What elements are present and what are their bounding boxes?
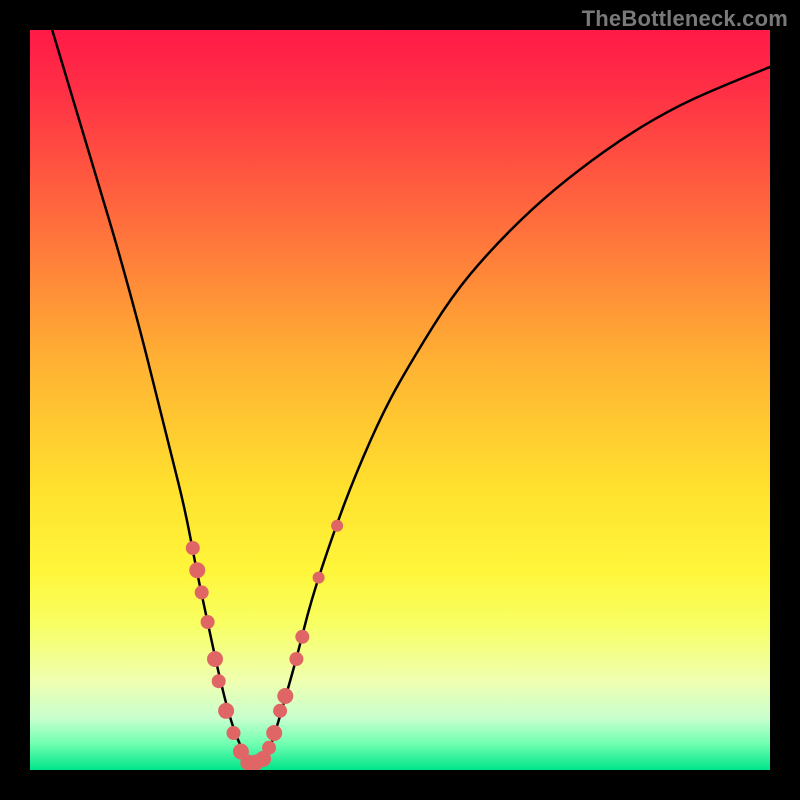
- data-marker: [331, 520, 343, 532]
- chart-frame: TheBottleneck.com: [0, 0, 800, 800]
- data-marker: [227, 726, 241, 740]
- watermark-text: TheBottleneck.com: [582, 6, 788, 32]
- plot-area: [30, 30, 770, 770]
- data-markers: [186, 520, 343, 770]
- bottleneck-curve: [30, 30, 770, 766]
- data-marker: [195, 585, 209, 599]
- data-marker: [201, 615, 215, 629]
- data-marker: [212, 674, 226, 688]
- data-marker: [207, 651, 223, 667]
- data-marker: [186, 541, 200, 555]
- curve-layer: [30, 30, 770, 770]
- data-marker: [273, 704, 287, 718]
- data-marker: [313, 572, 325, 584]
- data-marker: [189, 562, 205, 578]
- data-marker: [289, 652, 303, 666]
- data-marker: [262, 741, 276, 755]
- data-marker: [295, 630, 309, 644]
- data-marker: [266, 725, 282, 741]
- data-marker: [277, 688, 293, 704]
- data-marker: [218, 703, 234, 719]
